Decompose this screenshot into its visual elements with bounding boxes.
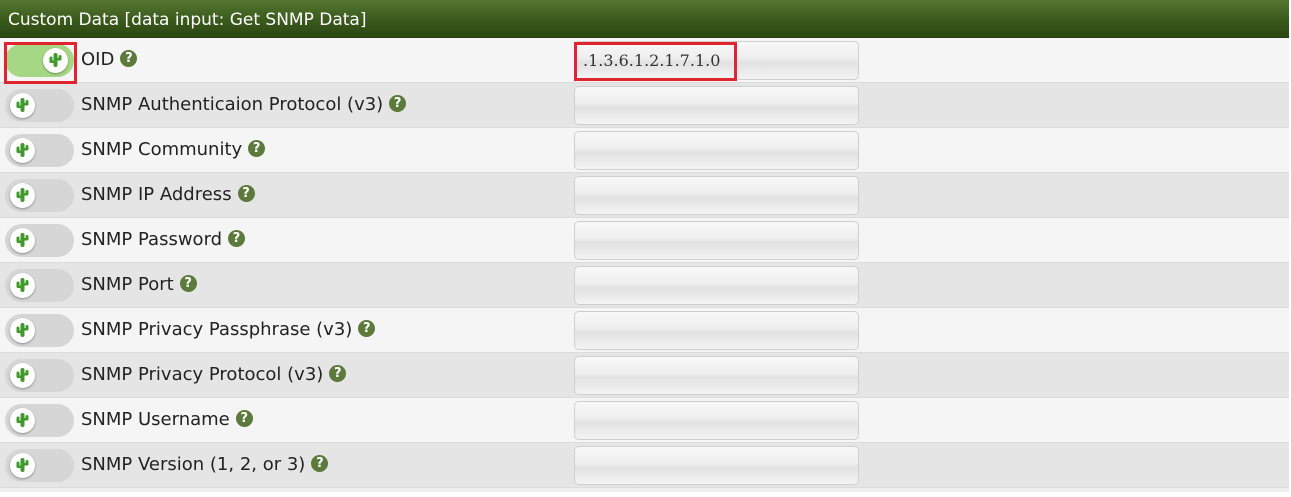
cactus-icon — [10, 273, 35, 298]
field-label: SNMP Port — [81, 274, 174, 295]
snmp-community-input[interactable] — [574, 131, 859, 170]
row-snmp-port: SNMP Port? — [0, 263, 1289, 308]
override-toggle-snmp-privacy-passphrase[interactable] — [5, 314, 74, 347]
field-label: SNMP Privacy Protocol (v3) — [81, 364, 324, 385]
override-toggle-snmp-username[interactable] — [5, 404, 74, 437]
help-icon[interactable]: ? — [235, 409, 253, 427]
cactus-icon — [10, 363, 35, 388]
row-snmp-password: SNMP Password? — [0, 218, 1289, 263]
row-snmp-ip-address: SNMP IP Address? — [0, 173, 1289, 218]
custom-data-panel: Custom Data [data input: Get SNMP Data] … — [0, 0, 1289, 492]
row-snmp-privacy-passphrase: SNMP Privacy Passphrase (v3)? — [0, 308, 1289, 353]
help-icon[interactable]: ? — [329, 364, 347, 382]
help-icon[interactable]: ? — [237, 184, 255, 202]
field-label: SNMP Community — [81, 139, 243, 160]
field-label: SNMP Username — [81, 409, 230, 430]
snmp-version-input[interactable] — [574, 446, 859, 485]
help-icon[interactable]: ? — [248, 139, 266, 157]
help-icon[interactable]: ? — [358, 319, 376, 337]
cactus-icon — [10, 318, 35, 343]
cactus-icon — [10, 228, 35, 253]
row-oid: OID? — [0, 38, 1289, 83]
snmp-password-input[interactable] — [574, 221, 859, 260]
cactus-icon — [10, 408, 35, 433]
cactus-icon — [10, 183, 35, 208]
snmp-ip-address-input[interactable] — [574, 176, 859, 215]
help-icon[interactable]: ? — [120, 49, 138, 67]
override-toggle-oid[interactable] — [5, 44, 74, 77]
help-icon[interactable]: ? — [179, 274, 197, 292]
custom-data-rows: OID? SNMP Authenticaion Protocol (v3)? S… — [0, 38, 1289, 488]
cactus-icon — [10, 453, 35, 478]
snmp-auth-protocol-input[interactable] — [574, 86, 859, 125]
override-toggle-snmp-port[interactable] — [5, 269, 74, 302]
field-label: SNMP Password — [81, 229, 223, 250]
row-snmp-auth-protocol: SNMP Authenticaion Protocol (v3)? — [0, 83, 1289, 128]
field-label: SNMP Version (1, 2, or 3) — [81, 454, 306, 475]
snmp-privacy-passphrase-input[interactable] — [574, 311, 859, 350]
row-snmp-privacy-protocol: SNMP Privacy Protocol (v3)? — [0, 353, 1289, 398]
snmp-port-input[interactable] — [574, 266, 859, 305]
snmp-username-input[interactable] — [574, 401, 859, 440]
snmp-privacy-protocol-input[interactable] — [574, 356, 859, 395]
field-label: SNMP Authenticaion Protocol (v3) — [81, 94, 384, 115]
cactus-icon — [43, 48, 68, 73]
panel-title: Custom Data [data input: Get SNMP Data] — [0, 0, 1289, 38]
oid-input[interactable] — [574, 41, 859, 80]
override-toggle-snmp-version[interactable] — [5, 449, 74, 482]
row-snmp-version: SNMP Version (1, 2, or 3)? — [0, 443, 1289, 488]
help-icon[interactable]: ? — [311, 454, 329, 472]
cactus-icon — [10, 138, 35, 163]
override-toggle-snmp-password[interactable] — [5, 224, 74, 257]
row-snmp-community: SNMP Community? — [0, 128, 1289, 173]
field-label: OID — [81, 49, 115, 70]
row-snmp-username: SNMP Username? — [0, 398, 1289, 443]
override-toggle-snmp-ip-address[interactable] — [5, 179, 74, 212]
help-icon[interactable]: ? — [389, 94, 407, 112]
field-label: SNMP Privacy Passphrase (v3) — [81, 319, 353, 340]
cactus-icon — [10, 93, 35, 118]
override-toggle-snmp-privacy-protocol[interactable] — [5, 359, 74, 392]
override-toggle-snmp-auth-protocol[interactable] — [5, 89, 74, 122]
help-icon[interactable]: ? — [228, 229, 246, 247]
override-toggle-snmp-community[interactable] — [5, 134, 74, 167]
field-label: SNMP IP Address — [81, 184, 232, 205]
panel-bottom-border — [0, 488, 1289, 492]
